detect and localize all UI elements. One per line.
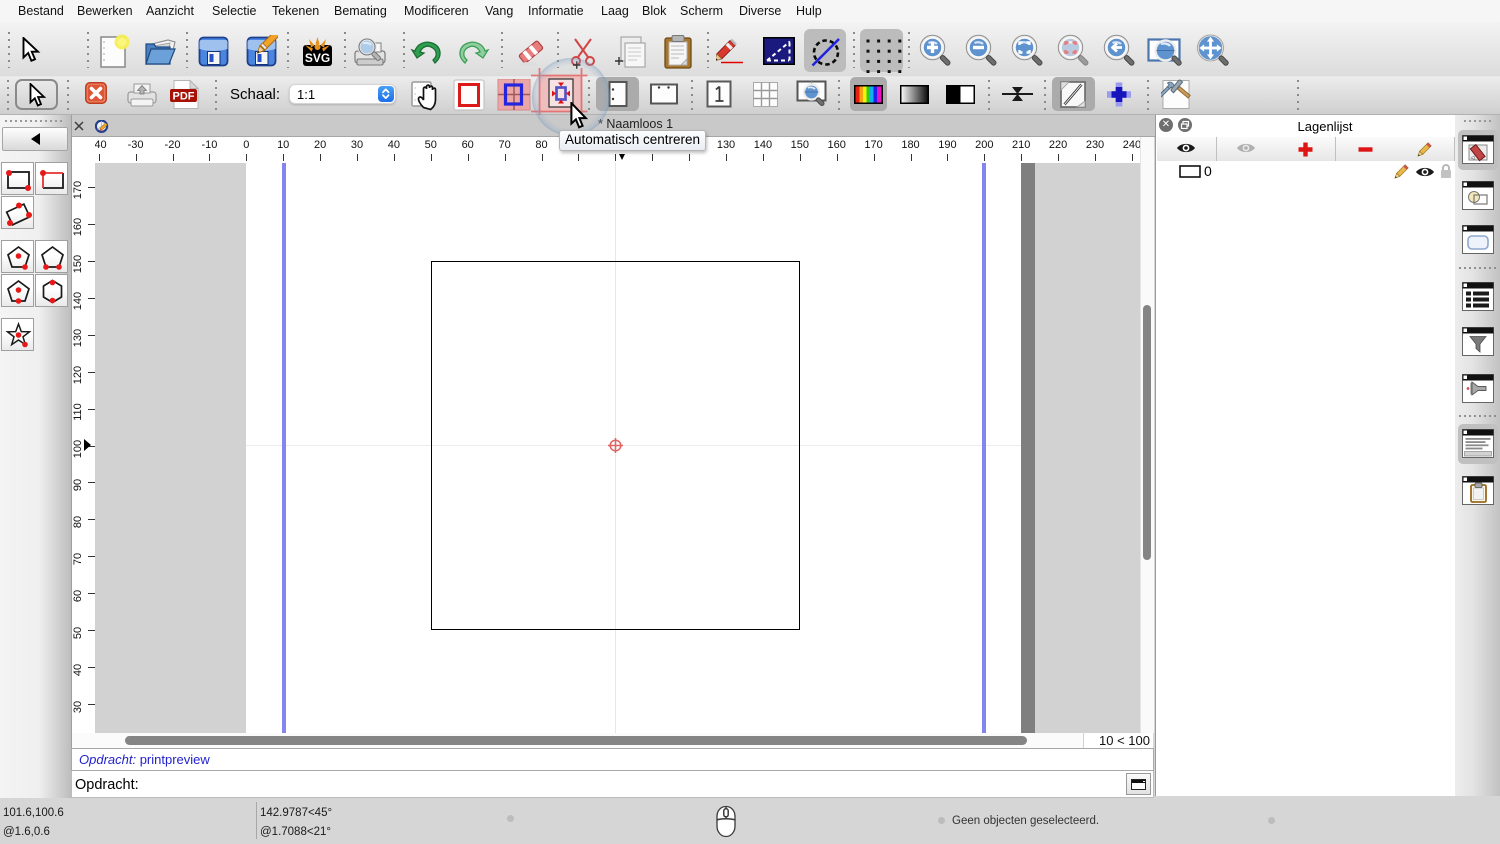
svg-text:PDF: PDF <box>173 91 195 103</box>
svg-text:SVG: SVG <box>305 51 330 65</box>
